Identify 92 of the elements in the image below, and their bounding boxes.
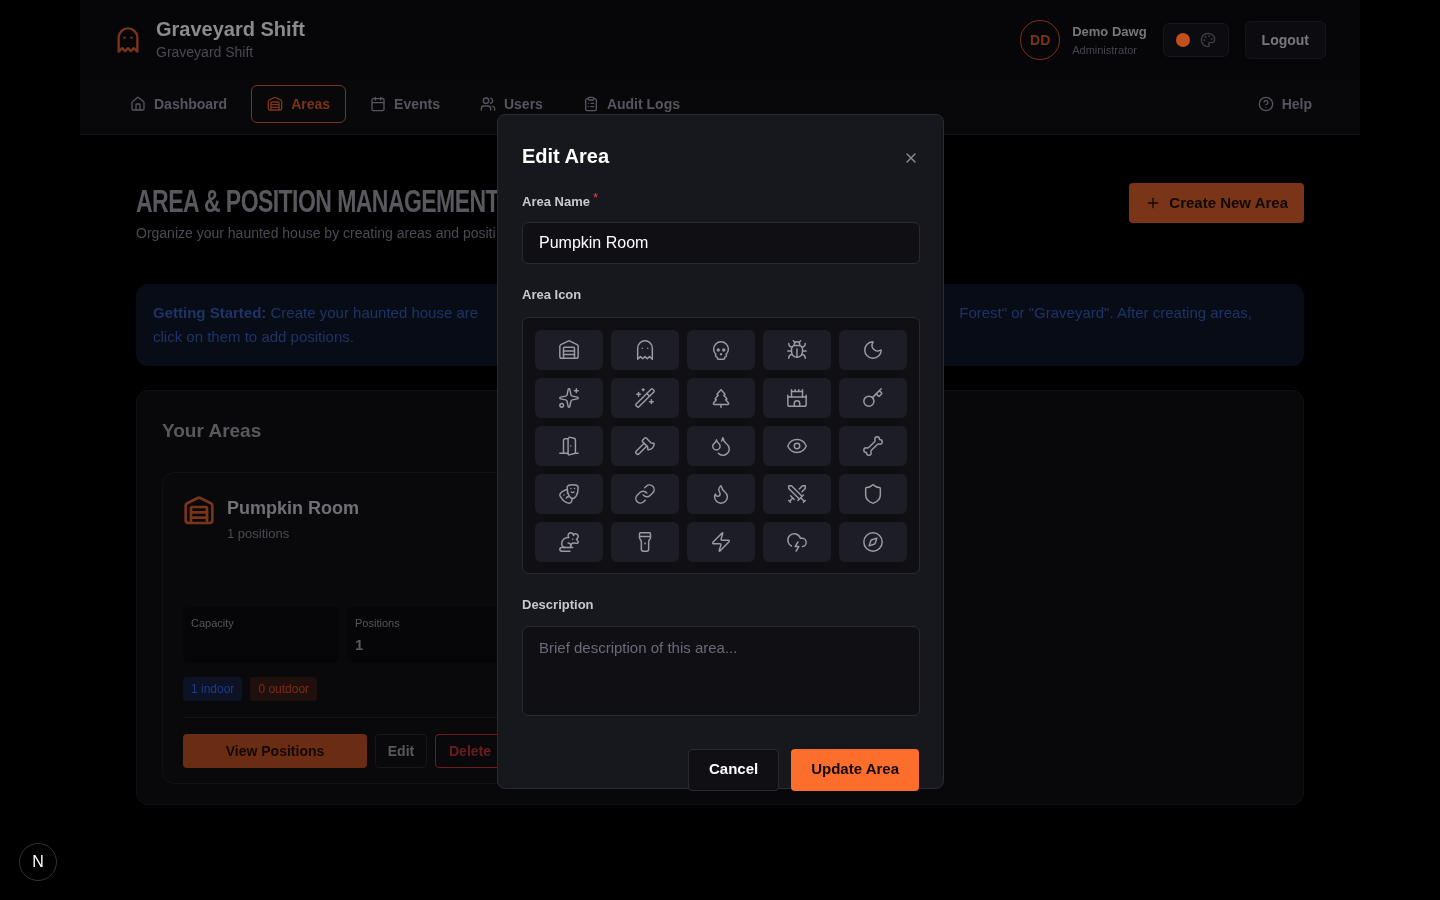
axe-icon — [634, 434, 656, 457]
magic-wand-icon — [634, 386, 656, 409]
help-icon — [1257, 96, 1274, 112]
banner-text: Getting Started: Create your haunted house are click on them to add positions. — [153, 303, 480, 347]
location-badge: 1 indoor — [183, 677, 243, 701]
compass-icon — [862, 530, 884, 553]
icon-option[interactable] — [839, 473, 907, 514]
key-icon — [862, 386, 884, 409]
icon-option[interactable] — [687, 473, 755, 514]
app-title: Graveyard Shift — [156, 17, 305, 42]
location-badge: 0 outdoor — [250, 677, 318, 701]
icon-option[interactable] — [535, 425, 603, 466]
cancel-button[interactable]: Cancel — [688, 748, 780, 791]
icon-option[interactable] — [611, 473, 679, 514]
icon-option[interactable] — [839, 329, 907, 370]
page-title: AREA & POSITION MANAGEMENT — [136, 183, 500, 219]
create-area-button[interactable]: Create New Area — [1129, 183, 1304, 223]
icon-option[interactable] — [687, 377, 755, 418]
moon-icon — [862, 338, 884, 361]
bug-icon — [786, 338, 808, 361]
icon-option[interactable] — [687, 425, 755, 466]
rat-icon — [558, 530, 580, 553]
icon-option[interactable] — [763, 377, 831, 418]
bone-icon — [862, 434, 884, 457]
icon-option[interactable] — [611, 521, 679, 562]
banner-text-continued: Forest" or "Graveyard". After creating areas, — [959, 304, 1252, 321]
icon-option[interactable] — [535, 521, 603, 562]
warehouse-icon — [267, 96, 284, 112]
required-mark: * — [592, 192, 598, 204]
icon-option[interactable] — [687, 329, 755, 370]
nav-tab[interactable]: Areas — [251, 85, 347, 123]
icon-option[interactable] — [611, 377, 679, 418]
user-name: Demo Dawg — [1072, 23, 1147, 41]
storm-cloud-icon — [786, 530, 808, 553]
icon-option[interactable] — [763, 473, 831, 514]
position-count: 1 positions — [227, 524, 291, 543]
icon-option[interactable] — [839, 521, 907, 562]
section-title: Your Areas — [162, 420, 262, 441]
crossed-swords-icon — [786, 482, 808, 505]
theme-toggle[interactable] — [1162, 23, 1229, 57]
droplets-icon — [710, 434, 732, 457]
help-link[interactable]: Help — [1257, 85, 1326, 123]
pine-tree-icon — [710, 386, 732, 409]
link-icon — [634, 482, 656, 505]
app-subtitle: Graveyard Shift — [156, 43, 255, 62]
icon-option[interactable] — [763, 329, 831, 370]
ghost-icon — [634, 338, 656, 361]
clipboard-icon — [582, 96, 599, 112]
users-icon — [479, 96, 496, 112]
field-label: Area Icon — [522, 286, 582, 302]
logout-button[interactable]: Logout — [1244, 21, 1326, 59]
palette-icon — [1199, 32, 1216, 48]
castle-icon — [786, 386, 808, 409]
update-area-button[interactable]: Update Area — [791, 748, 919, 791]
edit-button[interactable]: Edit — [375, 734, 427, 768]
skull-icon — [710, 338, 732, 361]
stat-label: Positions — [355, 616, 401, 631]
dev-badge[interactable]: N — [19, 843, 57, 881]
icon-option[interactable] — [763, 425, 831, 466]
icon-option[interactable] — [535, 329, 603, 370]
area-name-field[interactable]: Pumpkin Room — [522, 221, 920, 264]
shield-icon — [862, 482, 884, 505]
sparkles-icon — [558, 386, 580, 409]
lightning-icon — [710, 530, 732, 553]
door-icon — [558, 434, 580, 457]
nav-tab[interactable]: Users — [463, 85, 559, 123]
stat-value: 1 — [355, 634, 365, 655]
icon-option[interactable] — [535, 473, 603, 514]
field-label: Description — [522, 596, 594, 612]
nav-tab[interactable]: Audit Logs — [566, 85, 696, 123]
icon-option[interactable] — [763, 521, 831, 562]
warehouse-icon — [558, 338, 580, 361]
icon-option[interactable] — [687, 521, 755, 562]
view-positions-button[interactable]: View Positions — [183, 734, 367, 768]
icon-option[interactable] — [839, 425, 907, 466]
icon-option[interactable] — [535, 377, 603, 418]
calendar-icon — [370, 96, 387, 112]
theater-masks-icon — [558, 482, 580, 505]
icon-option[interactable] — [611, 329, 679, 370]
field-label: Area Name — [522, 193, 590, 211]
nav-tab[interactable]: Dashboard — [114, 85, 244, 123]
home-icon — [130, 96, 146, 112]
warehouse-icon — [183, 494, 215, 527]
icon-option[interactable] — [611, 425, 679, 466]
dialog-title: Edit Area — [522, 144, 610, 169]
nav-tab[interactable]: Events — [354, 85, 456, 123]
user-role: Administrator — [1072, 42, 1138, 58]
description-field[interactable]: Brief description of this area... — [522, 625, 920, 716]
stat-label: Capacity — [191, 616, 235, 631]
area-name: Pumpkin Room — [227, 496, 359, 520]
icon-option[interactable] — [839, 377, 907, 418]
page-subtitle: Organize your haunted house by creating areas and positi — [136, 224, 496, 243]
